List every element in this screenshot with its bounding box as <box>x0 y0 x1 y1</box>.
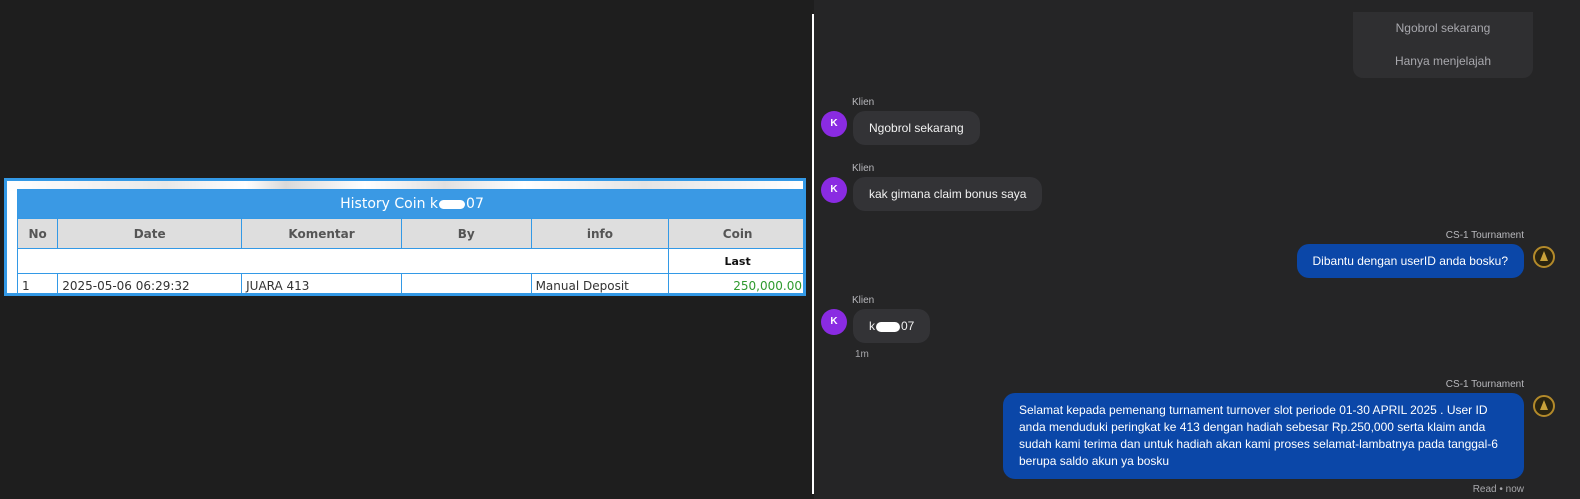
quick-reply-menu: Ngobrol sekarang Hanya menjelajah <box>1353 12 1533 78</box>
col-info: info <box>530 218 670 249</box>
quick-option-browse[interactable]: Hanya menjelajah <box>1353 45 1533 78</box>
agent-avatar-icon <box>1533 395 1555 417</box>
history-panel: History Coin k 07 No Date Komentar By inf… <box>0 0 812 499</box>
client-message: k 07 <box>853 309 931 343</box>
message-time: 1m <box>855 349 869 360</box>
redacted-mask <box>439 199 466 209</box>
client-message: Ngobrol sekarang <box>853 111 980 145</box>
cell-komentar: JUARA 413 <box>241 273 402 293</box>
history-table: History Coin k 07 No Date Komentar By inf… <box>16 189 803 293</box>
client-avatar: K <box>821 177 847 203</box>
cell-no: 1 <box>16 273 59 293</box>
sender-name: Klien <box>852 97 875 108</box>
agent-name: CS-1 Tournament <box>1445 230 1524 241</box>
sender-name: Klien <box>852 163 875 174</box>
sender-name: Klien <box>852 295 875 306</box>
agent-name: CS-1 Tournament <box>1445 379 1524 390</box>
read-status: Read • now <box>1472 484 1524 495</box>
last-label: Last <box>668 248 803 274</box>
col-by: By <box>400 218 532 249</box>
cell-info: Manual Deposit <box>530 273 670 293</box>
col-komentar: Komentar <box>241 218 402 249</box>
agent-message: Dibantu dengan userID anda bosku? <box>1296 244 1524 278</box>
sub-row-blank <box>16 248 670 274</box>
client-message: kak gimana claim bonus saya <box>853 177 1043 211</box>
col-no: No <box>16 218 59 249</box>
redacted-mask <box>876 321 900 332</box>
col-coin: Coin <box>668 218 803 249</box>
cell-coin: 250,000.00 <box>668 273 803 293</box>
col-date: Date <box>57 218 243 249</box>
table-row: 1 2025-05-06 06:29:32 JUARA 413 Manual D… <box>16 273 803 293</box>
cell-date: 2025-05-06 06:29:32 <box>57 273 243 293</box>
client-avatar: K <box>821 309 847 335</box>
agent-avatar-icon <box>1533 246 1555 268</box>
history-table-frame: History Coin k 07 No Date Komentar By inf… <box>4 178 806 296</box>
history-title: History Coin k 07 <box>17 189 803 219</box>
agent-message: Selamat kepada pemenang turnament turnov… <box>1003 393 1524 479</box>
client-avatar: K <box>821 111 847 137</box>
quick-option-chat-now[interactable]: Ngobrol sekarang <box>1353 12 1533 45</box>
chat-panel: Ngobrol sekarang Hanya menjelajah Klien … <box>814 0 1580 499</box>
cell-by <box>400 273 532 293</box>
